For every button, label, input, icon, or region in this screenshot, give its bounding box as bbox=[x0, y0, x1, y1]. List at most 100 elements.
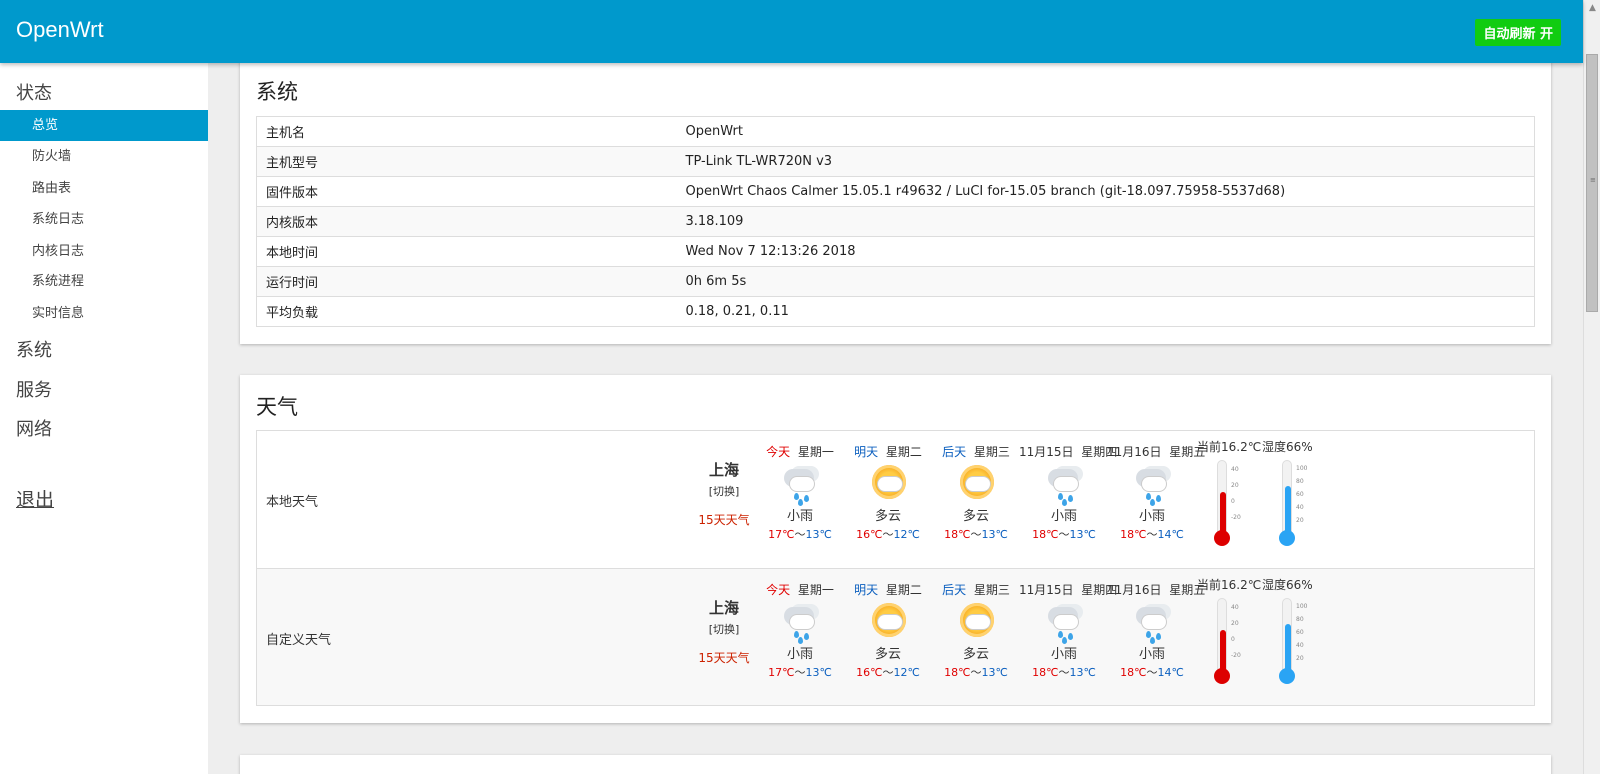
nav-item-processes[interactable]: 系统进程 bbox=[0, 266, 208, 297]
nav-status[interactable]: 状态 bbox=[16, 79, 52, 105]
table-row: 主机型号 TP-Link TL-WR720N v3 bbox=[256, 146, 1535, 177]
day-condition: 小雨 bbox=[1138, 509, 1165, 524]
nav-services[interactable]: 服务 bbox=[16, 376, 52, 402]
nav-item-syslog[interactable]: 系统日志 bbox=[0, 204, 208, 235]
scale-tick: -20 bbox=[1231, 652, 1241, 659]
hygrometer: 湿度66% 100 80 60 40 20 bbox=[1262, 576, 1313, 684]
fifteen-day-link[interactable]: 15天天气 bbox=[689, 649, 759, 666]
city-switch-link[interactable]: [切换] bbox=[689, 483, 759, 499]
row-key: 主机名 bbox=[256, 116, 677, 147]
row-value: 0.18, 0.21, 0.11 bbox=[676, 296, 1535, 327]
scale-tick: 80 bbox=[1296, 616, 1304, 623]
forecast-day: 明天 星期二 多云 16℃～12℃ bbox=[843, 443, 933, 542]
nav-item-overview[interactable]: 总览 bbox=[0, 110, 208, 141]
temp-separator: ～ bbox=[794, 666, 806, 679]
table-row: 平均负载 0.18, 0.21, 0.11 bbox=[256, 296, 1535, 327]
city-name: 上海 bbox=[708, 599, 739, 617]
scale-tick: 20 bbox=[1231, 620, 1239, 627]
temp-high: 16℃ bbox=[856, 528, 883, 541]
day-condition: 多云 bbox=[962, 647, 989, 662]
temp-low: 14℃ bbox=[1157, 666, 1184, 679]
day-relative-label: 11月15日 bbox=[1019, 445, 1074, 459]
temp-separator: ～ bbox=[1058, 528, 1070, 541]
current-temperature: 当前16.2℃ bbox=[1197, 440, 1262, 454]
hygrometer-bulb-icon bbox=[1279, 668, 1295, 684]
scroll-up-arrow-icon[interactable]: ▲ bbox=[1584, 0, 1600, 17]
day-weekday: 星期一 bbox=[797, 445, 834, 459]
weather-card-title: 天气 bbox=[256, 395, 298, 419]
nav-item-realtime[interactable]: 实时信息 bbox=[0, 298, 208, 329]
rain-cloud-icon bbox=[780, 601, 820, 644]
temp-low: 13℃ bbox=[805, 528, 832, 541]
scale-tick: 80 bbox=[1296, 478, 1304, 485]
day-weekday: 星期一 bbox=[797, 583, 834, 597]
logout-link[interactable]: 退出 bbox=[16, 485, 54, 512]
weather-card: 天气 本地天气 上海 [切换] 15天天气 今天 星期一 小雨 17℃～13℃ 明天 星期二… bbox=[240, 375, 1551, 723]
temp-high: 18℃ bbox=[944, 666, 971, 679]
brand-logo[interactable]: OpenWrt bbox=[16, 17, 104, 43]
thermometer: 当前16.2℃ 40 20 0 -20 bbox=[1197, 576, 1262, 684]
page-scrollbar[interactable]: ▲ ≡ bbox=[1583, 0, 1600, 774]
temp-high: 18℃ bbox=[1120, 666, 1147, 679]
system-card: 系统 主机名 OpenWrt 主机型号 TP-Link TL-WR720N v3 固… bbox=[240, 58, 1551, 344]
temp-high: 18℃ bbox=[1032, 528, 1059, 541]
temp-low: 12℃ bbox=[893, 528, 920, 541]
top-header: OpenWrt 自动刷新 开 bbox=[0, 0, 1583, 63]
day-condition: 小雨 bbox=[1050, 509, 1077, 524]
day-condition: 小雨 bbox=[786, 647, 813, 662]
current-temperature: 当前16.2℃ bbox=[1197, 578, 1262, 592]
next-card bbox=[240, 755, 1551, 774]
scale-tick: 100 bbox=[1296, 603, 1308, 610]
scale-tick: 100 bbox=[1296, 465, 1308, 472]
temp-low: 14℃ bbox=[1157, 528, 1184, 541]
row-key: 主机型号 bbox=[256, 146, 677, 177]
day-relative-label: 明天 bbox=[854, 445, 879, 459]
nav-item-routes[interactable]: 路由表 bbox=[0, 173, 208, 204]
nav-system[interactable]: 系统 bbox=[16, 336, 52, 362]
weather-row-label: 本地天气 bbox=[266, 495, 319, 510]
rain-cloud-icon bbox=[780, 463, 820, 506]
day-relative-label: 后天 bbox=[942, 583, 967, 597]
forecast-day: 后天 星期三 多云 18℃～13℃ bbox=[931, 443, 1021, 542]
scale-tick: 0 bbox=[1231, 498, 1235, 505]
sidebar: 状态 总览 防火墙 路由表 系统日志 内核日志 系统进程 实时信息 系统 服务 … bbox=[0, 63, 208, 774]
row-value: 3.18.109 bbox=[676, 206, 1535, 237]
partly-cloudy-sun-icon bbox=[868, 601, 908, 641]
temperature-scale: 40 20 0 -20 bbox=[1231, 462, 1241, 526]
temp-separator: ～ bbox=[970, 666, 982, 679]
row-key: 内核版本 bbox=[256, 206, 677, 237]
humidity-reading: 湿度66% bbox=[1262, 578, 1313, 592]
partly-cloudy-sun-icon bbox=[868, 463, 908, 503]
scale-tick: 20 bbox=[1296, 517, 1304, 524]
scroll-thumb[interactable]: ≡ bbox=[1586, 54, 1598, 312]
auto-refresh-toggle[interactable]: 自动刷新 开 bbox=[1475, 19, 1561, 46]
humidity-reading: 湿度66% bbox=[1262, 440, 1313, 454]
nav-item-kernel-log[interactable]: 内核日志 bbox=[0, 236, 208, 267]
row-value: OpenWrt bbox=[676, 116, 1535, 147]
temp-high: 17℃ bbox=[768, 528, 795, 541]
nav-network[interactable]: 网络 bbox=[16, 415, 52, 441]
hygrometer-tube bbox=[1282, 460, 1292, 536]
humidity-scale: 100 80 60 40 20 bbox=[1296, 462, 1307, 527]
temp-separator: ～ bbox=[882, 528, 894, 541]
partly-cloudy-sun-icon bbox=[956, 601, 996, 641]
rain-cloud-icon bbox=[1132, 463, 1172, 506]
day-weekday: 星期二 bbox=[885, 445, 922, 459]
temp-separator: ～ bbox=[794, 528, 806, 541]
thermometer-tube bbox=[1217, 460, 1227, 536]
scale-tick: 40 bbox=[1231, 466, 1239, 473]
fifteen-day-link[interactable]: 15天天气 bbox=[689, 511, 759, 528]
table-row: 运行时间 0h 6m 5s bbox=[256, 266, 1535, 297]
row-key: 本地时间 bbox=[256, 236, 677, 267]
row-key: 运行时间 bbox=[256, 266, 677, 297]
thermometer-tube bbox=[1217, 598, 1227, 674]
day-relative-label: 11月15日 bbox=[1019, 583, 1074, 597]
temperature-scale: 40 20 0 -20 bbox=[1231, 600, 1241, 664]
table-row: 本地时间 Wed Nov 7 12:13:26 2018 bbox=[256, 236, 1535, 267]
city-switch-link[interactable]: [切换] bbox=[689, 621, 759, 637]
nav-item-firewall[interactable]: 防火墙 bbox=[0, 141, 208, 172]
thermometer-bulb-icon bbox=[1214, 668, 1230, 684]
system-info-table: 主机名 OpenWrt 主机型号 TP-Link TL-WR720N v3 固件版本… bbox=[256, 116, 1535, 327]
day-weekday: 星期二 bbox=[885, 583, 922, 597]
forecast-day: 11月16日 星期五 小雨 18℃～14℃ bbox=[1107, 581, 1205, 680]
